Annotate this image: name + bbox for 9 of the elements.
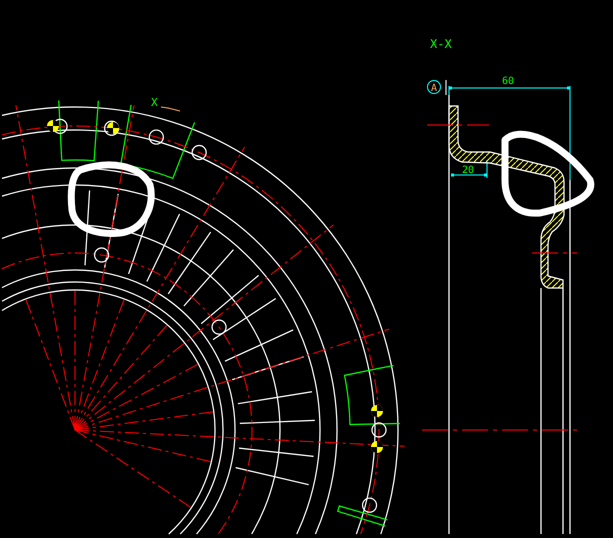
center-mark-icon — [47, 120, 59, 132]
center-mark-icon — [371, 405, 383, 417]
section-line-tick — [160, 106, 180, 112]
center-mark-icon — [371, 441, 383, 453]
section-marker-label: X — [151, 96, 158, 109]
center-mark-icon — [107, 122, 119, 134]
section-title: X-X — [430, 37, 452, 51]
dimension-value: 60 — [502, 76, 514, 87]
dimension-value: 20 — [462, 165, 474, 176]
